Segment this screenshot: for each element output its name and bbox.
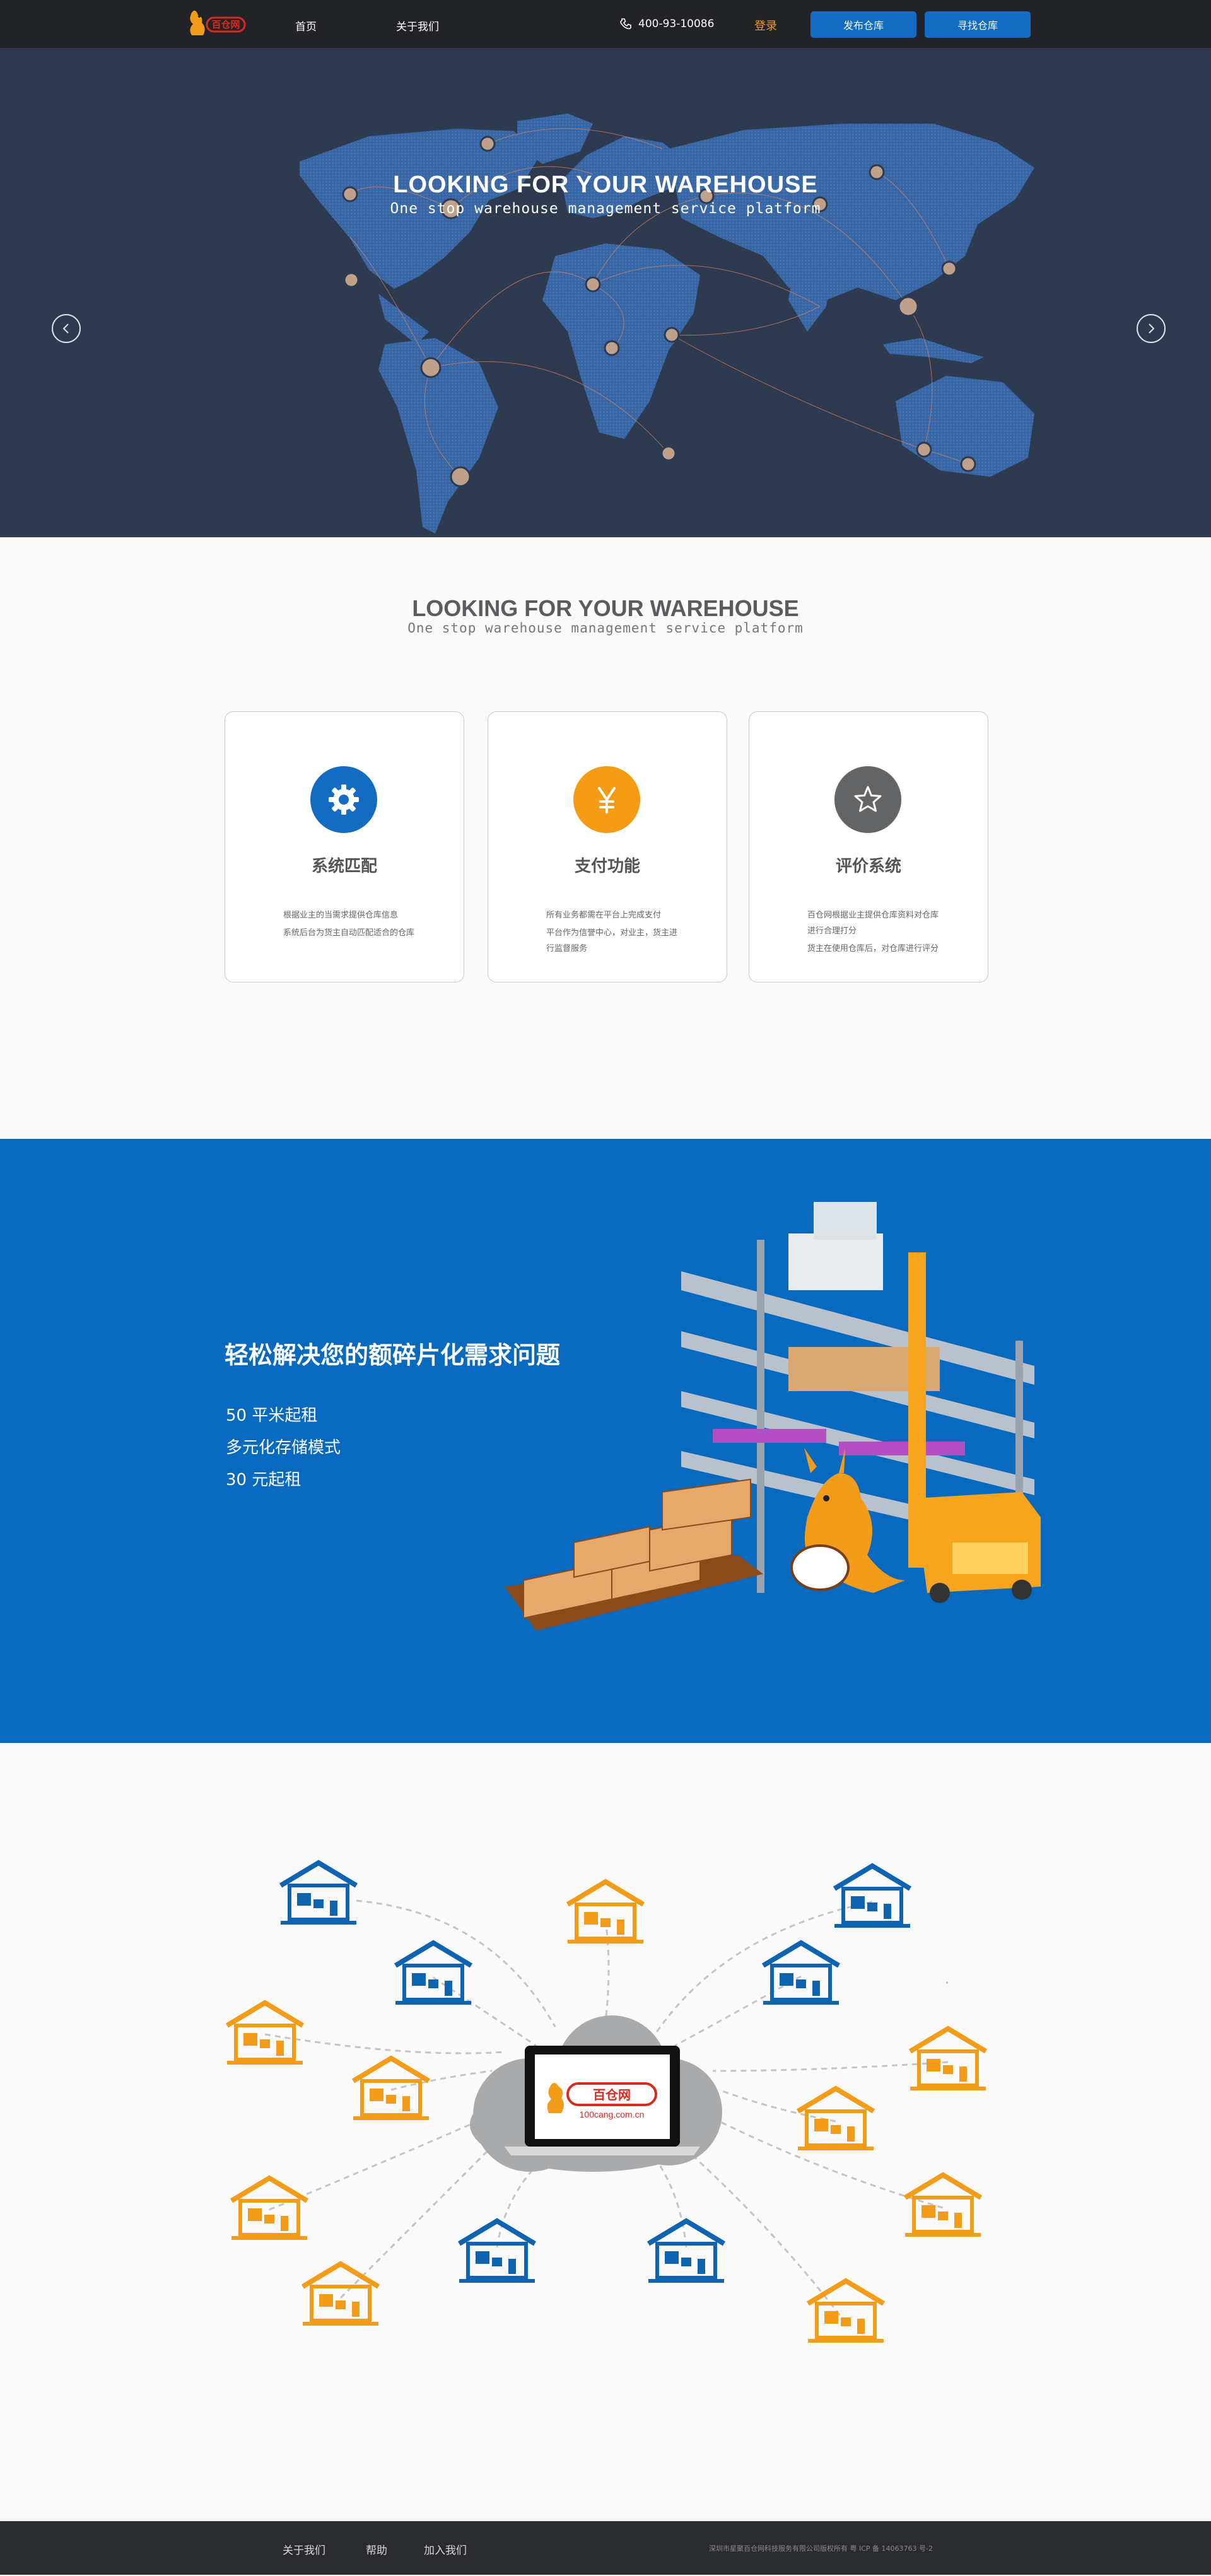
copyright-text: 深圳市星聚百仓网科技服务有限公司版权所有 粤 ICP 备 14063763 号-… [709, 2544, 933, 2553]
gear-icon [310, 766, 377, 833]
top-nav: 百仓网 首页 关于我们 400-93-10086 登录 发布仓库 寻找仓库 [0, 0, 1211, 48]
warehouse-icon [798, 2089, 874, 2150]
chevron-right-icon [1149, 323, 1155, 334]
site-footer: 关于我们 帮助 加入我们 深圳市星聚百仓网科技服务有限公司版权所有 粤 ICP … [0, 2521, 1211, 2575]
warehouse-icon [281, 1863, 356, 1925]
footer-join-link[interactable]: 加入我们 [424, 2541, 467, 2557]
feature-card-title: 评价系统 [835, 857, 901, 876]
warehouse-icon [568, 1882, 643, 1944]
nav-home-link[interactable]: 首页 [295, 18, 317, 33]
feature-card-desc-line: 货主在使用仓库后，对仓库进行评分 [807, 944, 939, 953]
yen-icon [573, 766, 640, 833]
promo-item: 50 平米起租 [226, 1406, 318, 1425]
feature-card-desc-line: 根据业主的当需求提供仓库信息 [283, 911, 399, 920]
network-diagram-section: 百仓网 100cang.com.cn [0, 1743, 1211, 2521]
warehouse-icon [459, 2221, 535, 2283]
warehouse-icon [834, 1866, 910, 1928]
chevron-left-icon [62, 323, 69, 334]
star-icon [834, 766, 901, 833]
warehouse-icon [905, 2175, 981, 2237]
footer-help-link[interactable]: 帮助 [366, 2541, 387, 2557]
feature-card-description: 所有业务都需在平台上完成支付 平台作为信誉中心，对业主，货主进行监督服务 [546, 907, 681, 957]
warehouse-icon [303, 2264, 378, 2326]
phone-number: 400-93-10086 [638, 18, 715, 30]
feature-card-desc-line: 百仓网根据业主提供仓库资料对仓库进行合理打分 [807, 911, 939, 936]
hero-title: LOOKING FOR YOUR WAREHOUSE [393, 172, 818, 198]
footer-about-link[interactable]: 关于我们 [283, 2541, 325, 2557]
warehouse-icon [227, 2003, 303, 2065]
warehouse-forklift-illustration [505, 1202, 1041, 1631]
login-link[interactable]: 登录 [754, 17, 777, 33]
warehouse-icon [648, 2221, 724, 2283]
feature-card-title: 系统匹配 [311, 857, 377, 876]
carousel-prev-button[interactable] [52, 314, 81, 343]
feature-card-payment: 支付功能 所有业务都需在平台上完成支付 平台作为信誉中心，对业主，货主进行监督服… [488, 711, 727, 982]
svg-text:百仓网: 百仓网 [211, 19, 240, 30]
find-warehouse-button[interactable]: 寻找仓库 [925, 11, 1031, 38]
features-subtitle: One stop warehouse management service pl… [407, 621, 804, 636]
laptop-url-text: 100cang.com.cn [580, 2109, 645, 2119]
features-title: LOOKING FOR YOUR WAREHOUSE [412, 595, 799, 621]
promo-item: 30 元起租 [226, 1471, 301, 1489]
nav-about-link[interactable]: 关于我们 [396, 18, 439, 33]
site-logo[interactable]: 百仓网 [184, 8, 249, 39]
feature-card-desc-line: 平台作为信誉中心，对业主，货主进行监督服务 [546, 928, 678, 953]
phone-contact: 400-93-10086 [619, 16, 714, 32]
publish-warehouse-button[interactable]: 发布仓库 [810, 11, 916, 38]
warehouse-network-diagram: 百仓网 100cang.com.cn [0, 1743, 1211, 2521]
laptop-logo-text: 百仓网 [593, 2087, 631, 2102]
feature-card-description: 百仓网根据业主提供仓库资料对仓库进行合理打分 货主在使用仓库后，对仓库进行评分 [807, 907, 942, 957]
feature-card-description: 根据业主的当需求提供仓库信息 系统后台为货主自动匹配适合的仓库 [283, 907, 418, 941]
carousel-next-button[interactable] [1137, 314, 1166, 343]
warehouse-icon [910, 2029, 986, 2090]
hero-subtitle: One stop warehouse management service pl… [390, 201, 821, 217]
warehouse-icon [763, 1943, 839, 2005]
world-map-illustration [300, 114, 1034, 533]
hero-banner: LOOKING FOR YOUR WAREHOUSE One stop ware… [0, 48, 1211, 537]
feature-card-desc-line: 所有业务都需在平台上完成支付 [546, 911, 662, 920]
promo-band: 轻松解决您的额碎片化需求问题 50 平米起租 多元化存储模式 30 元起租 [0, 1139, 1211, 1743]
feature-card-rating: 评价系统 百仓网根据业主提供仓库资料对仓库进行合理打分 货主在使用仓库后，对仓库… [749, 711, 988, 982]
feature-card-title: 支付功能 [574, 857, 640, 876]
feature-card-desc-line: 系统后台为货主自动匹配适合的仓库 [283, 928, 415, 938]
phone-icon [620, 18, 631, 30]
promo-item: 多元化存储模式 [226, 1438, 341, 1457]
features-section: LOOKING FOR YOUR WAREHOUSE One stop ware… [0, 537, 1211, 1139]
feature-card-matching: 系统匹配 根据业主的当需求提供仓库信息 系统后台为货主自动匹配适合的仓库 [225, 711, 464, 982]
